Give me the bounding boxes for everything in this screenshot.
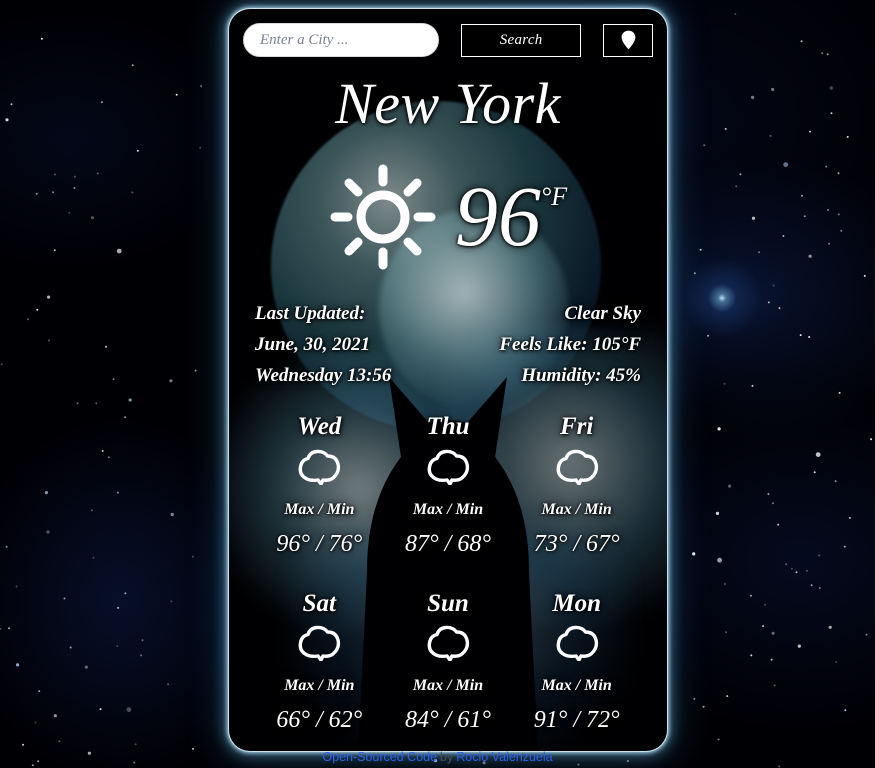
forecast-card: Sat Max / Min 66° / 62° [255,590,384,735]
footer-by-label: by [440,750,454,764]
forecast-day: Sat [302,589,336,617]
weather-content: New York 96 °F Last Updated: June, 30, 2… [229,9,667,751]
forecast-temps: 66° / 62° [276,707,363,734]
last-updated-date: June, 30, 2021 [255,333,371,355]
weather-details: Last Updated: June, 30, 2021 Wednesday 1… [255,299,641,391]
forecast-maxmin-label: Max / Min [284,500,355,518]
forecast-temps: 96° / 76° [276,530,363,557]
weather-details-right: Clear Sky Feels Like: 105°F Humidity: 45… [499,299,641,391]
app-background: Search New York [0,0,875,768]
forecast-card: Wed Max / Min 96° / 76° [255,413,384,558]
cloud-icon [554,623,600,663]
last-updated-weekday-time: Wednesday 13:56 [255,364,392,386]
author-link[interactable]: Rocio Valenzuela [456,750,552,764]
search-button[interactable]: Search [461,23,582,57]
forecast-day: Fri [559,413,594,441]
forecast-row-2: Sat Max / Min 66° / 62° Sun Max / Min 84… [255,590,641,735]
search-bar: Search [229,9,667,57]
cloud-icon [425,623,471,663]
forecast-maxmin-label: Max / Min [284,677,355,695]
temperature-display: 96 °F [454,168,568,265]
current-location-button[interactable] [603,23,653,57]
open-sourced-code-link[interactable]: Open-Sourced Code [322,750,437,764]
temperature-unit: °F [540,182,568,212]
cloud-icon [296,447,342,487]
forecast-card: Thu Max / Min 87° / 68° [384,413,513,558]
forecast-maxmin-label: Max / Min [541,500,612,518]
forecast-temps: 73° / 67° [533,530,620,557]
forecast-temps: 84° / 61° [405,707,491,734]
feels-like: Feels Like: 105°F [499,333,641,355]
forecast-day: Sun [427,589,469,617]
forecast-day: Mon [552,589,601,617]
current-conditions-row: 96 °F [255,161,641,273]
search-input[interactable] [243,23,439,57]
forecast-temps: 87° / 68° [405,530,491,557]
humidity: Humidity: 45% [521,364,641,386]
forecast-maxmin-label: Max / Min [412,677,484,695]
forecast-card: Fri Max / Min 73° / 67° [512,413,641,558]
forecast-card: Mon Max / Min 91° / 72° [512,590,641,735]
last-updated-label: Last Updated: [255,303,366,324]
forecast-row-1: Wed Max / Min 96° / 76° Thu Max / Min 87… [255,413,641,558]
sun-icon [330,164,436,270]
forecast-card: Sun Max / Min 84° / 61° [384,590,513,735]
forecast-temps: 91° / 72° [533,707,620,734]
forecast-day: Thu [426,413,470,441]
weather-card: Search New York [228,8,668,752]
map-pin-icon [621,30,636,50]
cloud-icon [425,447,471,487]
footer: Open-Sourced Code by Rocio Valenzuela [0,750,875,764]
cloud-icon [554,447,600,487]
city-name: New York [335,71,561,136]
forecast-maxmin-label: Max / Min [412,500,484,518]
temperature-value: 96 [454,168,541,265]
weather-details-left: Last Updated: June, 30, 2021 Wednesday 1… [255,299,391,391]
cloud-icon [296,623,342,663]
weather-description: Clear Sky [564,303,641,324]
forecast-maxmin-label: Max / Min [541,677,612,695]
forecast-day: Wed [297,413,342,441]
